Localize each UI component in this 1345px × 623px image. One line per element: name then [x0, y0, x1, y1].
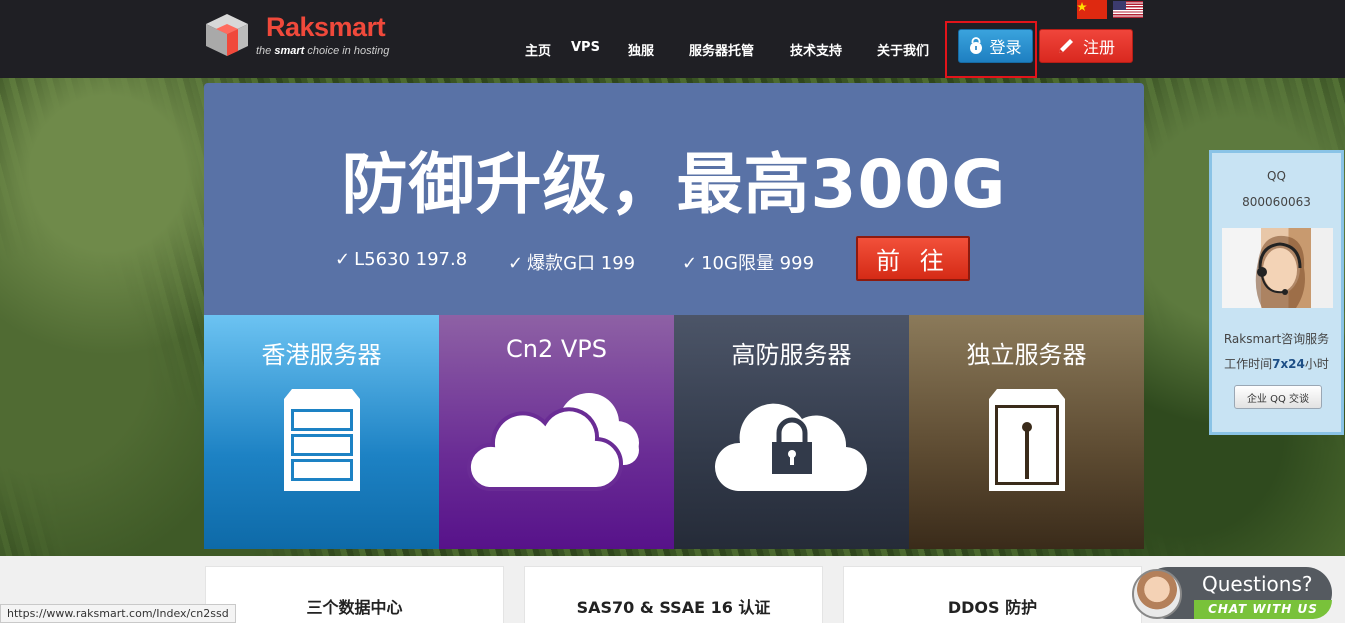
nav-item-dedicated[interactable]: 独服 — [628, 40, 654, 59]
card-title: SAS70 & SSAE 16 认证 — [576, 598, 771, 617]
tile-hong-kong-server[interactable]: 香港服务器 — [204, 315, 439, 549]
chat-agent-avatar — [1132, 569, 1182, 619]
register-button[interactable]: 注册 — [1039, 29, 1133, 63]
live-chat-widget[interactable]: Questions? CHAT WITH US — [1132, 567, 1334, 621]
feature-item: ✓ L5630 197.8 — [335, 249, 468, 270]
support-agent-photo — [1222, 228, 1333, 308]
qq-service-text: Raksmart咨询服务 — [1223, 332, 1330, 346]
nav-item-about[interactable]: 关于我们 — [877, 40, 929, 59]
qq-number: 800060063 — [1242, 195, 1311, 209]
go-button[interactable]: 前 往 — [856, 236, 970, 281]
lock-icon — [970, 37, 983, 54]
chat-cta: CHAT WITH US — [1194, 600, 1332, 619]
tile-cn2-vps[interactable]: Cn2 VPS — [439, 315, 674, 549]
card-title: DDOS 防护 — [947, 598, 1038, 617]
nav-item-colocation[interactable]: 服务器托管 — [689, 40, 754, 59]
check-icon: ✓ — [682, 253, 698, 274]
login-label: 登录 — [989, 38, 1022, 57]
tile-title: 独立服务器 — [966, 341, 1087, 369]
us-flag-icon[interactable] — [1113, 1, 1143, 18]
pencil-icon — [1058, 39, 1073, 53]
cn-flag-icon[interactable] — [1077, 0, 1107, 19]
check-icon: ✓ — [508, 253, 524, 274]
chat-question: Questions? — [1202, 572, 1313, 596]
top-bar: Raksmart the smart choice in hosting 主页 … — [0, 0, 1345, 78]
check-icon: ✓ — [335, 249, 351, 270]
feature-item: ✓ 10G限量 999 — [682, 253, 815, 274]
cube-logo-icon — [206, 14, 248, 56]
qq-contact-panel: QQ 800060063 Raksmart咨询服务 工作时间7x24小时 企业 … — [1209, 150, 1344, 435]
cloud-lock-icon — [714, 403, 868, 492]
card-title: 三个数据中心 — [306, 598, 403, 617]
raksmart-logo[interactable]: Raksmart the smart choice in hosting — [204, 10, 394, 60]
qq-label: QQ — [1267, 169, 1286, 183]
login-button[interactable]: 登录 — [958, 29, 1033, 63]
status-bar-url: https://www.raksmart.com/Index/cn2ssd — [0, 604, 236, 623]
banner-title: 防御升级，最高300G — [341, 146, 1007, 223]
feature-card-datacenters: 三个数据中心 — [205, 566, 504, 623]
brand-name: Raksmart — [266, 12, 386, 42]
tile-ddos-server[interactable]: 高防服务器 — [674, 315, 909, 549]
tile-dedicated-server[interactable]: 独立服务器 — [909, 315, 1144, 549]
qq-hours-text: 工作时间7x24小时 — [1224, 357, 1329, 371]
tile-title: 高防服务器 — [731, 341, 852, 369]
tile-title: Cn2 VPS — [506, 335, 607, 363]
feature-card-certification: SAS70 & SSAE 16 认证 — [524, 566, 823, 623]
nav-item-home[interactable]: 主页 — [525, 40, 551, 59]
nav-item-support[interactable]: 技术支持 — [790, 40, 842, 59]
promo-banner: 防御升级，最高300G ✓ L5630 197.8 ✓ 爆款G口 199 ✓ 10G限… — [204, 83, 1144, 315]
cloud-icon — [467, 393, 639, 491]
nav-item-vps[interactable]: VPS — [571, 40, 600, 55]
feature-card-ddos: DDOS 防护 — [843, 566, 1142, 623]
server-box-icon — [989, 389, 1065, 491]
feature-item: ✓ 爆款G口 199 — [508, 253, 636, 274]
brand-tagline: the smart choice in hosting — [256, 45, 390, 57]
tile-title: 香港服务器 — [261, 341, 382, 369]
register-label: 注册 — [1082, 38, 1115, 57]
server-rack-icon — [284, 389, 360, 491]
qq-chat-button[interactable]: 企业 QQ 交谈 — [1234, 385, 1322, 409]
